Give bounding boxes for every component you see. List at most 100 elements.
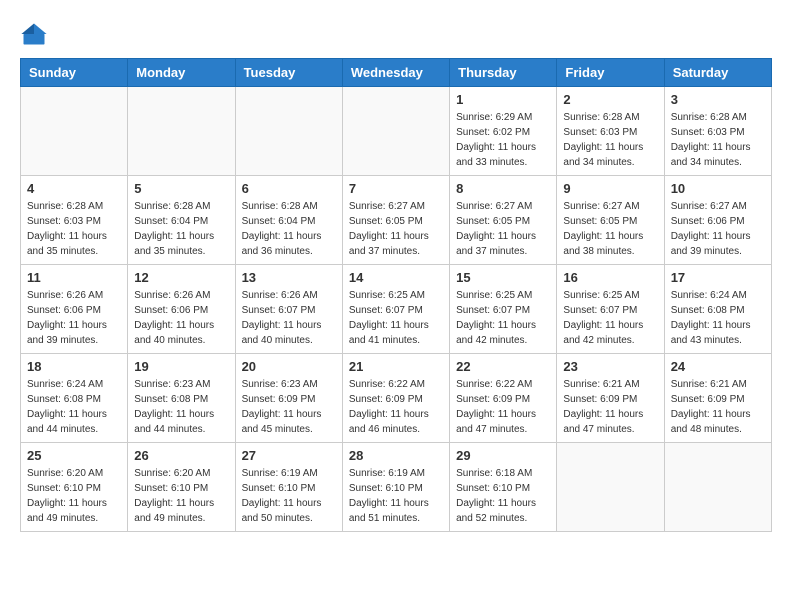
day-info: Sunrise: 6:20 AM Sunset: 6:10 PM Dayligh…	[27, 466, 121, 526]
calendar-cell: 11 Sunrise: 6:26 AM Sunset: 6:06 PM Dayli…	[21, 265, 128, 354]
calendar-cell: 8 Sunrise: 6:27 AM Sunset: 6:05 PM Daylig…	[450, 176, 557, 265]
calendar-week-1: 1 Sunrise: 6:29 AM Sunset: 6:02 PM Daylig…	[21, 87, 772, 176]
day-info: Sunrise: 6:25 AM Sunset: 6:07 PM Dayligh…	[349, 288, 443, 348]
day-info: Sunrise: 6:27 AM Sunset: 6:05 PM Dayligh…	[349, 199, 443, 259]
day-info: Sunrise: 6:24 AM Sunset: 6:08 PM Dayligh…	[27, 377, 121, 437]
day-number: 7	[349, 181, 443, 196]
day-info: Sunrise: 6:20 AM Sunset: 6:10 PM Dayligh…	[134, 466, 228, 526]
day-number: 29	[456, 448, 550, 463]
calendar-cell	[21, 87, 128, 176]
calendar-cell: 18Sunrise: 6:24 AM Sunset: 6:08 PM Dayli…	[21, 354, 128, 443]
calendar-cell: 14 Sunrise: 6:25 AM Sunset: 6:07 PM Dayli…	[342, 265, 449, 354]
day-info: Sunrise: 6:21 AM Sunset: 6:09 PM Dayligh…	[671, 377, 765, 437]
calendar-cell: 28Sunrise: 6:19 AM Sunset: 6:10 PM Dayli…	[342, 443, 449, 532]
col-header-wednesday: Wednesday	[342, 59, 449, 87]
day-number: 5	[134, 181, 228, 196]
day-number: 24	[671, 359, 765, 374]
day-number: 22	[456, 359, 550, 374]
calendar-cell: 12 Sunrise: 6:26 AM Sunset: 6:06 PM Dayli…	[128, 265, 235, 354]
day-number: 21	[349, 359, 443, 374]
day-number: 19	[134, 359, 228, 374]
calendar-week-2: 4 Sunrise: 6:28 AM Sunset: 6:03 PM Daylig…	[21, 176, 772, 265]
calendar-cell	[128, 87, 235, 176]
day-number: 15	[456, 270, 550, 285]
day-number: 25	[27, 448, 121, 463]
calendar-cell	[664, 443, 771, 532]
calendar-cell: 6 Sunrise: 6:28 AM Sunset: 6:04 PM Daylig…	[235, 176, 342, 265]
col-header-monday: Monday	[128, 59, 235, 87]
calendar-cell	[342, 87, 449, 176]
day-info: Sunrise: 6:21 AM Sunset: 6:09 PM Dayligh…	[563, 377, 657, 437]
day-number: 3	[671, 92, 765, 107]
logo	[20, 20, 52, 48]
calendar-cell: 15Sunrise: 6:25 AM Sunset: 6:07 PM Dayli…	[450, 265, 557, 354]
day-number: 11	[27, 270, 121, 285]
calendar-header-row: SundayMondayTuesdayWednesdayThursdayFrid…	[21, 59, 772, 87]
day-info: Sunrise: 6:24 AM Sunset: 6:08 PM Dayligh…	[671, 288, 765, 348]
page-header	[20, 20, 772, 48]
day-info: Sunrise: 6:27 AM Sunset: 6:05 PM Dayligh…	[456, 199, 550, 259]
day-number: 27	[242, 448, 336, 463]
day-number: 16	[563, 270, 657, 285]
calendar-cell: 3 Sunrise: 6:28 AM Sunset: 6:03 PM Daylig…	[664, 87, 771, 176]
day-number: 2	[563, 92, 657, 107]
day-info: Sunrise: 6:27 AM Sunset: 6:06 PM Dayligh…	[671, 199, 765, 259]
calendar-cell: 1 Sunrise: 6:29 AM Sunset: 6:02 PM Daylig…	[450, 87, 557, 176]
day-info: Sunrise: 6:22 AM Sunset: 6:09 PM Dayligh…	[349, 377, 443, 437]
day-number: 8	[456, 181, 550, 196]
day-number: 10	[671, 181, 765, 196]
day-info: Sunrise: 6:22 AM Sunset: 6:09 PM Dayligh…	[456, 377, 550, 437]
calendar-cell	[235, 87, 342, 176]
day-info: Sunrise: 6:18 AM Sunset: 6:10 PM Dayligh…	[456, 466, 550, 526]
calendar-cell: 19 Sunrise: 6:23 AM Sunset: 6:08 PM Dayli…	[128, 354, 235, 443]
day-number: 6	[242, 181, 336, 196]
col-header-thursday: Thursday	[450, 59, 557, 87]
day-info: Sunrise: 6:28 AM Sunset: 6:04 PM Dayligh…	[242, 199, 336, 259]
calendar-cell: 21 Sunrise: 6:22 AM Sunset: 6:09 PM Dayli…	[342, 354, 449, 443]
calendar-cell: 27 Sunrise: 6:19 AM Sunset: 6:10 PM Dayli…	[235, 443, 342, 532]
day-info: Sunrise: 6:28 AM Sunset: 6:03 PM Dayligh…	[563, 110, 657, 170]
day-info: Sunrise: 6:26 AM Sunset: 6:07 PM Dayligh…	[242, 288, 336, 348]
day-info: Sunrise: 6:28 AM Sunset: 6:03 PM Dayligh…	[671, 110, 765, 170]
day-number: 20	[242, 359, 336, 374]
col-header-tuesday: Tuesday	[235, 59, 342, 87]
calendar-cell: 4 Sunrise: 6:28 AM Sunset: 6:03 PM Daylig…	[21, 176, 128, 265]
day-number: 17	[671, 270, 765, 285]
day-info: Sunrise: 6:25 AM Sunset: 6:07 PM Dayligh…	[563, 288, 657, 348]
day-number: 26	[134, 448, 228, 463]
day-info: Sunrise: 6:28 AM Sunset: 6:03 PM Dayligh…	[27, 199, 121, 259]
day-number: 1	[456, 92, 550, 107]
day-info: Sunrise: 6:23 AM Sunset: 6:08 PM Dayligh…	[134, 377, 228, 437]
col-header-saturday: Saturday	[664, 59, 771, 87]
day-info: Sunrise: 6:29 AM Sunset: 6:02 PM Dayligh…	[456, 110, 550, 170]
day-number: 23	[563, 359, 657, 374]
day-info: Sunrise: 6:26 AM Sunset: 6:06 PM Dayligh…	[134, 288, 228, 348]
calendar-cell: 7 Sunrise: 6:27 AM Sunset: 6:05 PM Daylig…	[342, 176, 449, 265]
calendar-cell: 22 Sunrise: 6:22 AM Sunset: 6:09 PM Dayli…	[450, 354, 557, 443]
calendar-cell: 13 Sunrise: 6:26 AM Sunset: 6:07 PM Dayli…	[235, 265, 342, 354]
day-number: 4	[27, 181, 121, 196]
day-number: 14	[349, 270, 443, 285]
calendar-cell: 16 Sunrise: 6:25 AM Sunset: 6:07 PM Dayli…	[557, 265, 664, 354]
day-info: Sunrise: 6:26 AM Sunset: 6:06 PM Dayligh…	[27, 288, 121, 348]
day-number: 12	[134, 270, 228, 285]
calendar-cell: 17 Sunrise: 6:24 AM Sunset: 6:08 PM Dayli…	[664, 265, 771, 354]
col-header-friday: Friday	[557, 59, 664, 87]
calendar-table: SundayMondayTuesdayWednesdayThursdayFrid…	[20, 58, 772, 532]
day-info: Sunrise: 6:28 AM Sunset: 6:04 PM Dayligh…	[134, 199, 228, 259]
calendar-week-4: 18Sunrise: 6:24 AM Sunset: 6:08 PM Dayli…	[21, 354, 772, 443]
calendar-cell: 2 Sunrise: 6:28 AM Sunset: 6:03 PM Daylig…	[557, 87, 664, 176]
calendar-cell: 20 Sunrise: 6:23 AM Sunset: 6:09 PM Dayli…	[235, 354, 342, 443]
calendar-week-5: 25 Sunrise: 6:20 AM Sunset: 6:10 PM Dayli…	[21, 443, 772, 532]
calendar-cell: 26 Sunrise: 6:20 AM Sunset: 6:10 PM Dayli…	[128, 443, 235, 532]
day-info: Sunrise: 6:19 AM Sunset: 6:10 PM Dayligh…	[349, 466, 443, 526]
day-info: Sunrise: 6:23 AM Sunset: 6:09 PM Dayligh…	[242, 377, 336, 437]
calendar-cell: 10 Sunrise: 6:27 AM Sunset: 6:06 PM Dayli…	[664, 176, 771, 265]
calendar-cell: 9Sunrise: 6:27 AM Sunset: 6:05 PM Daylig…	[557, 176, 664, 265]
day-info: Sunrise: 6:19 AM Sunset: 6:10 PM Dayligh…	[242, 466, 336, 526]
day-number: 13	[242, 270, 336, 285]
col-header-sunday: Sunday	[21, 59, 128, 87]
calendar-cell: 29 Sunrise: 6:18 AM Sunset: 6:10 PM Dayli…	[450, 443, 557, 532]
logo-icon	[20, 20, 48, 48]
calendar-cell: 25 Sunrise: 6:20 AM Sunset: 6:10 PM Dayli…	[21, 443, 128, 532]
